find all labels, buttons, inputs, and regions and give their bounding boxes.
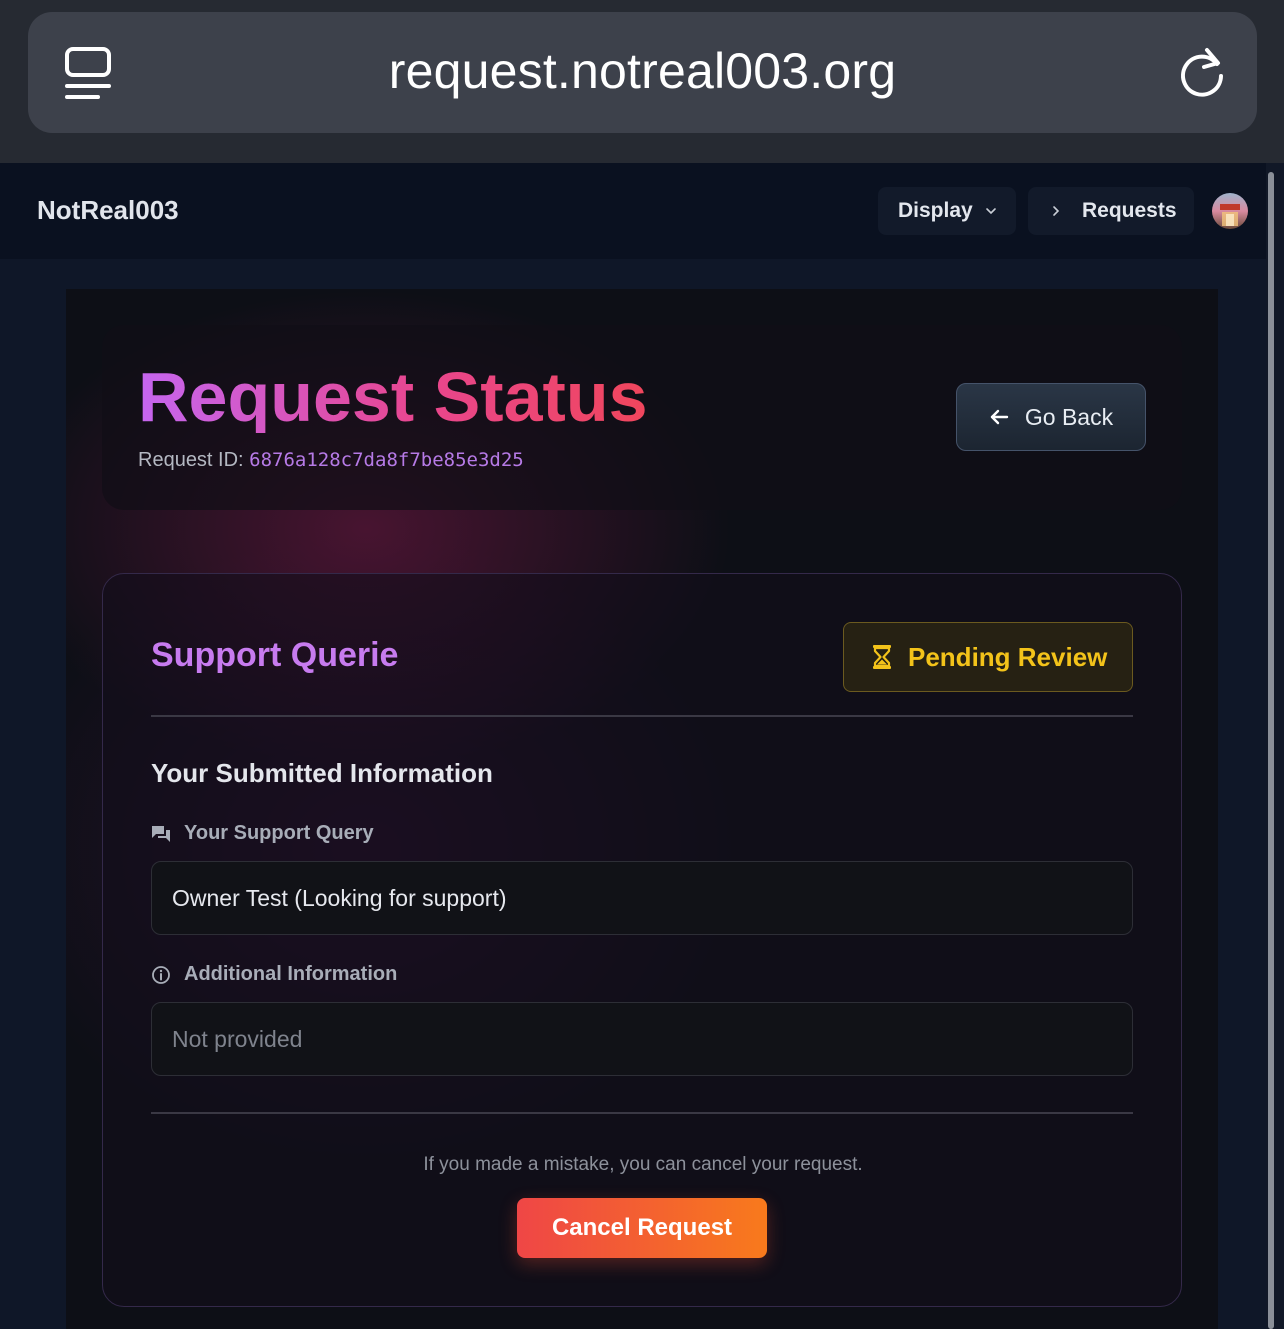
support-query-label-text: Your Support Query — [184, 822, 374, 844]
requests-label: Requests — [1082, 199, 1177, 222]
go-back-button[interactable]: Go Back — [956, 383, 1146, 451]
user-avatar[interactable] — [1212, 193, 1248, 229]
reload-icon[interactable] — [1177, 44, 1229, 100]
chat-bubbles-icon — [152, 825, 170, 842]
section-heading: Your Submitted Information — [151, 758, 493, 788]
display-label: Display — [898, 199, 973, 222]
request-type-title: Support Querie — [151, 636, 399, 674]
arrow-left-icon — [990, 409, 1009, 425]
request-id: Request ID: 6876a128c7da8f7be85e3d25 — [138, 449, 524, 472]
additional-info-label: Additional Information — [151, 963, 397, 986]
go-back-label: Go Back — [1024, 403, 1114, 430]
support-query-label: Your Support Query — [151, 822, 374, 845]
additional-info-field: Not provided — [151, 1002, 1133, 1076]
status-text: Pending Review — [908, 641, 1108, 672]
hourglass-icon — [873, 645, 891, 669]
brand-logo-text[interactable]: NotReal003 — [37, 195, 179, 226]
chevron-down-icon — [985, 208, 996, 215]
url-bar[interactable]: request.notreal003.org — [28, 12, 1257, 133]
divider — [151, 1112, 1133, 1114]
info-icon — [152, 965, 170, 984]
page-content: Request Status Request ID: 6876a128c7da8… — [66, 289, 1218, 1329]
chevron-right-icon — [1053, 206, 1060, 216]
header-card: Request Status Request ID: 6876a128c7da8… — [102, 325, 1182, 510]
support-query-field: Owner Test (Looking for support) — [151, 861, 1133, 935]
browser-chrome: request.notreal003.org — [0, 0, 1284, 163]
requests-link[interactable]: Requests — [1028, 187, 1194, 235]
display-dropdown[interactable]: Display — [878, 187, 1016, 235]
divider — [151, 715, 1133, 717]
request-id-value: 6876a128c7da8f7be85e3d25 — [249, 449, 524, 471]
page-title: Request Status — [138, 358, 648, 436]
status-badge: Pending Review — [843, 622, 1133, 692]
additional-info-label-text: Additional Information — [184, 963, 398, 985]
url-text[interactable]: request.notreal003.org — [28, 42, 1257, 100]
cancel-note: If you made a mistake, you can cancel yo… — [423, 1154, 863, 1175]
request-id-label: Request ID: — [138, 449, 244, 471]
scrollbar-thumb[interactable] — [1268, 172, 1274, 1329]
cancel-request-button[interactable]: Cancel Request — [517, 1198, 767, 1258]
request-detail-card: Support Querie Pending Review Your Submi… — [102, 573, 1182, 1307]
top-navbar: NotReal003 Display Requests — [0, 163, 1266, 259]
